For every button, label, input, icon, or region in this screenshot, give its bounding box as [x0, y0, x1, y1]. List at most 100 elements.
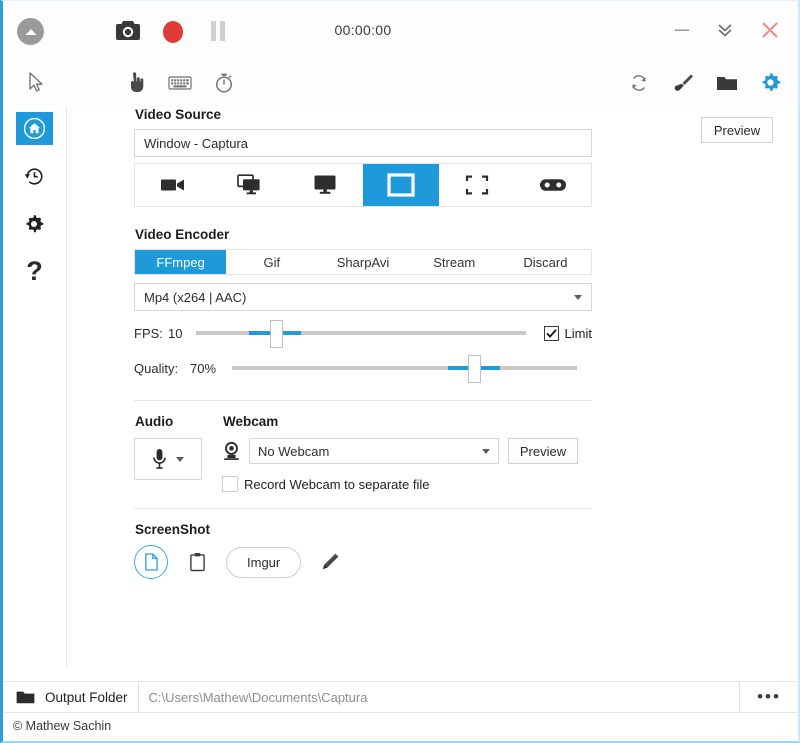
region-crop-icon: [465, 174, 489, 196]
quality-label: Quality:: [134, 361, 190, 376]
webcam-dropdown[interactable]: No Webcam: [249, 438, 499, 464]
duplicate-monitor-icon: [237, 174, 261, 196]
preview-top-label: Preview: [701, 117, 773, 143]
refresh-arrows-icon: [629, 73, 649, 93]
screenshot-save-to-disk-button[interactable]: [134, 545, 168, 579]
webcam-preview-button[interactable]: Preview: [508, 438, 578, 464]
monitor-icon: [313, 174, 337, 196]
screenshot-imgur-label: Imgur: [247, 555, 280, 570]
screenshot-button[interactable]: [114, 20, 142, 45]
file-icon: [144, 553, 159, 571]
encoder-tab-discard[interactable]: Discard: [500, 250, 591, 274]
settings-panel: Video Source Window - Captura: [134, 107, 592, 579]
fps-label: FPS:: [134, 326, 168, 341]
source-button-region[interactable]: [439, 164, 515, 206]
cursor-icon[interactable]: [20, 67, 52, 99]
limit-checkbox[interactable]: [544, 326, 559, 341]
output-folder-more-label: •••: [757, 687, 781, 707]
quality-slider-thumb[interactable]: [468, 355, 481, 383]
history-icon: [24, 166, 45, 187]
sidebar-item-settings[interactable]: [16, 208, 53, 241]
video-source-value: Window - Captura: [144, 136, 248, 151]
window-icon: [387, 173, 415, 197]
keyboard-icon: [168, 75, 192, 91]
output-folder-bar: Output Folder C:\Users\Mathew\Documents\…: [3, 681, 798, 713]
gear-icon[interactable]: [755, 67, 787, 99]
title-bar: 00:00:00: [3, 1, 798, 59]
sidebar-item-history[interactable]: [16, 160, 53, 193]
encoder-tab-gif[interactable]: Gif: [226, 250, 317, 274]
video-camera-icon: [160, 176, 186, 194]
source-button-window[interactable]: [363, 164, 439, 206]
folder-glyph-icon: [716, 74, 738, 92]
quality-slider[interactable]: [232, 366, 577, 370]
screenshot-actions: Imgur: [134, 545, 592, 579]
output-path-field[interactable]: C:\Users\Mathew\Documents\Captura: [138, 682, 740, 712]
source-button-game[interactable]: [515, 164, 591, 206]
keystrokes-icon[interactable]: [164, 67, 196, 99]
pause-button[interactable]: [208, 20, 228, 45]
output-path-value: C:\Users\Mathew\Documents\Captura: [149, 690, 368, 705]
clipboard-icon: [189, 552, 206, 572]
paint-brush-icon: [672, 72, 694, 94]
webcam-chevron-down-icon: [482, 449, 490, 454]
source-button-screen[interactable]: [287, 164, 363, 206]
audio-source-button[interactable]: [134, 438, 202, 480]
camera-icon: [114, 20, 142, 42]
encoder-tab-stream[interactable]: Stream: [409, 250, 500, 274]
video-encoder-title: Video Encoder: [135, 227, 592, 242]
screenshot-clipboard-button[interactable]: [182, 547, 212, 577]
encoder-tab-ffmpeg[interactable]: FFmpeg: [135, 250, 226, 274]
sidebar: ?: [3, 107, 67, 667]
chevron-up-icon: [24, 27, 38, 37]
brush-icon[interactable]: [667, 67, 699, 99]
screenshot-title: ScreenShot: [135, 522, 592, 537]
codec-dropdown[interactable]: Mp4 (x264 | AAC): [134, 283, 592, 311]
collapse-toggle-button[interactable]: [17, 18, 44, 45]
close-button[interactable]: [751, 15, 789, 45]
gamepad-icon: [539, 177, 567, 193]
sidebar-item-help[interactable]: ?: [16, 255, 53, 288]
folder-icon[interactable]: [711, 67, 743, 99]
tool-bar: [3, 59, 798, 107]
preview-button-top[interactable]: Preview: [701, 117, 773, 143]
encoder-tabs: FFmpeg Gif SharpAvi Stream Discard: [134, 249, 592, 275]
output-folder-more-button[interactable]: •••: [740, 682, 798, 712]
source-button-desktop-duplication[interactable]: [211, 164, 287, 206]
elapsed-timer-icon[interactable]: [208, 67, 240, 99]
pencil-icon: [320, 552, 340, 572]
shrink-button[interactable]: [706, 15, 744, 45]
refresh-icon[interactable]: [623, 67, 655, 99]
webcam-separate-file-checkbox[interactable]: [222, 476, 238, 492]
mouse-clicks-icon[interactable]: [120, 67, 152, 99]
webcam-title: Webcam: [223, 414, 592, 429]
audio-chevron-down-icon: [176, 457, 184, 462]
minimize-icon: [674, 24, 690, 36]
fps-value: 10: [168, 326, 196, 341]
sidebar-item-help-label: ?: [26, 258, 43, 285]
video-source-input[interactable]: Window - Captura: [134, 129, 592, 157]
audio-group: Audio: [134, 414, 222, 492]
output-folder-label: Output Folder: [45, 690, 128, 705]
screenshot-imgur-button[interactable]: Imgur: [226, 547, 301, 578]
fps-slider[interactable]: [196, 331, 526, 335]
webcam-separate-file-row[interactable]: Record Webcam to separate file: [222, 476, 592, 492]
quality-row: Quality: 70%: [134, 355, 592, 381]
webcam-selected-value: No Webcam: [258, 444, 329, 459]
record-button[interactable]: [161, 20, 185, 47]
fps-limit-group[interactable]: Limit: [544, 326, 592, 341]
output-folder-button[interactable]: Output Folder: [3, 682, 138, 712]
video-source-buttons: [134, 163, 592, 207]
sidebar-item-home[interactable]: [16, 112, 53, 145]
encoder-tab-sharpavi[interactable]: SharpAvi: [317, 250, 408, 274]
webcam-select-row: No Webcam Preview: [222, 438, 592, 464]
chevron-double-down-icon: [716, 21, 734, 39]
quality-value: 70%: [190, 361, 232, 376]
microphone-icon: [152, 448, 167, 470]
screenshot-editor-button[interactable]: [315, 547, 345, 577]
minimize-button[interactable]: [663, 15, 701, 45]
checkmark-icon: [546, 329, 557, 338]
source-button-no-video[interactable]: [135, 164, 211, 206]
fps-slider-thumb[interactable]: [270, 320, 283, 348]
elapsed-time: 00:00:00: [303, 1, 423, 59]
